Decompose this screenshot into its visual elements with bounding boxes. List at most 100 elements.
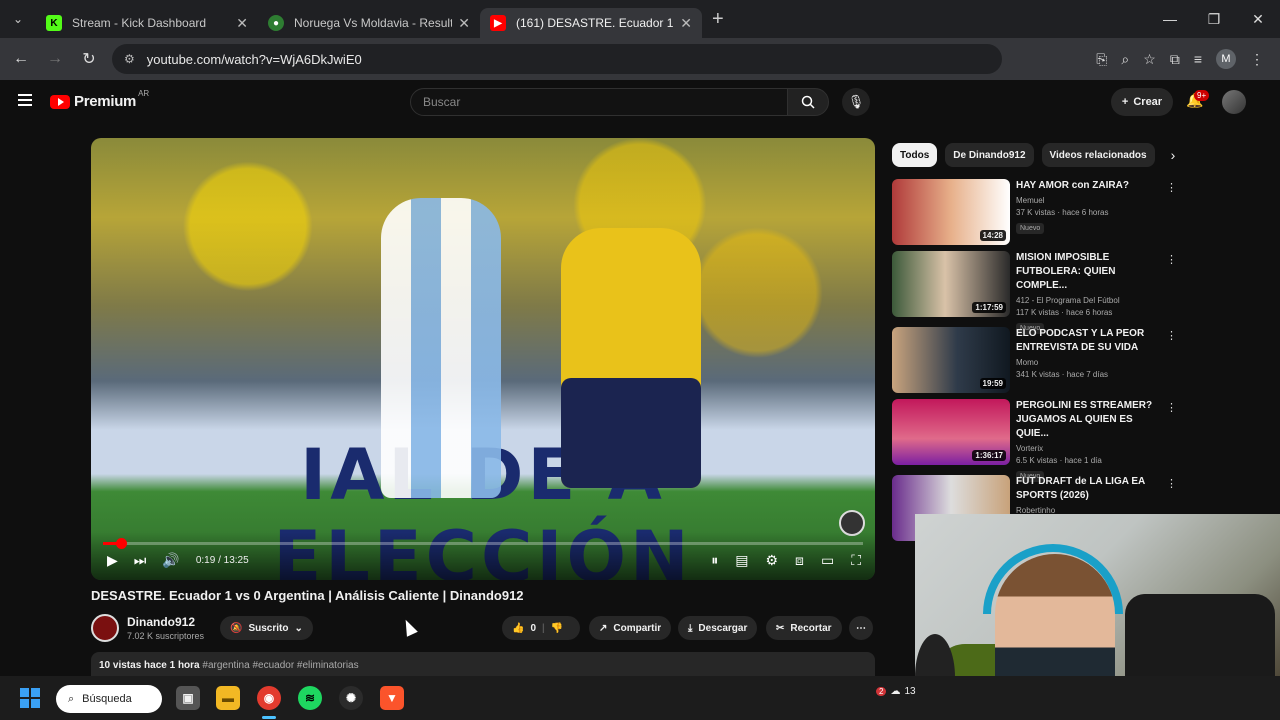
taskbar-weather[interactable]: 2 ☁ 13 xyxy=(876,686,916,697)
address-bar[interactable]: ⚙ youtube.com/watch?v=WjA6DkJwiE0 xyxy=(112,44,1002,74)
video-frame-player-argentina xyxy=(381,198,501,498)
kebab-menu-icon[interactable]: ⋮ xyxy=(1166,329,1177,342)
site-settings-icon[interactable]: ⚙ xyxy=(124,52,135,66)
hashtags[interactable]: #argentina #ecuador #eliminatorias xyxy=(202,660,358,671)
share-button[interactable]: ↗ Compartir xyxy=(589,616,672,640)
settings-gear-icon[interactable]: ⚙ xyxy=(765,552,778,569)
related-video-meta: 37 K vistas · hace 6 horas xyxy=(1016,208,1109,217)
profile-avatar[interactable]: M xyxy=(1216,49,1236,69)
video-title: DESASTRE. Ecuador 1 vs 0 Argentina | Aná… xyxy=(91,588,524,603)
kebab-menu-icon[interactable]: ⋮ xyxy=(1166,401,1177,414)
minimize-icon[interactable]: — xyxy=(1148,0,1192,38)
related-video-meta: 341 K vistas · hace 7 días xyxy=(1016,370,1109,379)
zoom-icon[interactable]: ⌕ xyxy=(1121,51,1129,68)
tab-youtube-video[interactable]: ▶ (161) DESASTRE. Ecuador 1 vs 0 ✕ xyxy=(480,8,702,38)
video-thumbnail[interactable]: 19:59 xyxy=(892,327,1010,393)
toolbar-actions: ⎘ ⌕ ☆ ⧉ ≡ M ⋮ xyxy=(1096,38,1264,80)
like-thumb-icon[interactable]: 👍 xyxy=(512,623,524,634)
voice-search-mic-icon[interactable]: 🎙 xyxy=(842,88,870,116)
subtitles-icon[interactable]: ▤ xyxy=(735,552,748,569)
task-view-icon[interactable]: ▣ xyxy=(176,686,200,710)
subscribed-button[interactable]: 🔕 Suscrito ⌄ xyxy=(220,616,313,640)
duration-badge: 1:36:17 xyxy=(972,450,1006,461)
tab-kick-dashboard[interactable]: K Stream - Kick Dashboard ✕ xyxy=(36,8,258,38)
search-button[interactable] xyxy=(787,88,829,116)
related-video-meta: 117 K vistas · hace 6 horas xyxy=(1016,308,1113,317)
windows-start-icon[interactable] xyxy=(20,688,40,708)
theater-mode-icon[interactable]: ▭ xyxy=(821,552,834,569)
close-icon[interactable]: ✕ xyxy=(236,15,248,32)
miniplayer-icon[interactable]: ⧈ xyxy=(795,552,804,569)
back-arrow-icon[interactable]: ← xyxy=(4,50,38,68)
chip-de-dinando912[interactable]: De Dinando912 xyxy=(945,143,1034,167)
divider: | xyxy=(542,622,545,634)
chatgpt-icon[interactable]: ✺ xyxy=(339,686,363,710)
close-icon[interactable]: ✕ xyxy=(680,15,692,32)
description-box[interactable]: 10 vistas hace 1 hora #argentina #ecuado… xyxy=(91,652,875,676)
forward-arrow-icon[interactable]: → xyxy=(38,50,72,68)
channel-name[interactable]: Dinando912 xyxy=(127,615,195,629)
search-input[interactable]: Buscar xyxy=(410,88,788,116)
windows-taskbar: ⌕ Búsqueda ▣ ▬ ◉ ≋ ✺ ▼ 2 ☁ 13 xyxy=(0,676,1280,720)
download-icon: ⤓ xyxy=(688,622,693,634)
kebab-menu-icon[interactable]: ⋮ xyxy=(1166,181,1177,194)
chevron-right-icon[interactable]: › xyxy=(1171,147,1176,163)
spotify-icon[interactable]: ≋ xyxy=(298,686,322,710)
clip-button[interactable]: ✂ Recortar xyxy=(766,616,842,640)
related-video-item[interactable]: 1:36:17 PERGOLINI ES STREAMER? JUGAMOS A… xyxy=(892,399,1182,482)
related-video-title: MISION IMPOSIBLE FUTBOLERA: QUIEN COMPLE… xyxy=(1016,252,1116,291)
guide-menu-icon[interactable] xyxy=(18,94,32,106)
new-tab-plus-icon[interactable]: + xyxy=(712,8,724,31)
video-thumbnail[interactable]: 1:17:59 xyxy=(892,251,1010,317)
volume-icon[interactable]: 🔊 xyxy=(162,552,179,569)
related-video-item[interactable]: 19:59 ELO PODCAST Y LA PEOR ENTREVISTA D… xyxy=(892,327,1182,395)
tab-search-chevron-icon[interactable]: ⌄ xyxy=(0,0,36,38)
create-button[interactable]: + Crear xyxy=(1111,88,1173,116)
close-icon[interactable]: ✕ xyxy=(458,15,470,32)
youtube-premium-logo[interactable]: Premium AR xyxy=(50,89,149,110)
related-video-title: ELO PODCAST Y LA PEOR ENTREVISTA DE SU V… xyxy=(1016,328,1145,353)
duration-badge: 14:28 xyxy=(979,230,1006,241)
bookmark-star-icon[interactable]: ☆ xyxy=(1143,51,1156,68)
kick-icon: K xyxy=(46,15,62,31)
brave-icon[interactable]: ▼ xyxy=(380,686,404,710)
scrubber-knob[interactable] xyxy=(116,538,128,549)
related-channel-name: Vorterix xyxy=(1016,444,1044,453)
progress-bar[interactable] xyxy=(103,538,863,549)
reload-icon[interactable]: ↻ xyxy=(72,49,106,69)
browser-menu-icon[interactable]: ⋮ xyxy=(1250,51,1264,68)
share-arrow-icon: ↗ xyxy=(599,622,608,634)
play-icon[interactable]: ▶ xyxy=(107,552,118,569)
related-video-item[interactable]: 1:17:59 MISION IMPOSIBLE FUTBOLERA: QUIE… xyxy=(892,251,1182,334)
video-thumbnail[interactable]: 1:36:17 xyxy=(892,399,1010,465)
chip-todos[interactable]: Todos xyxy=(892,143,938,167)
close-window-icon[interactable]: ✕ xyxy=(1236,0,1280,38)
kebab-menu-icon[interactable]: ⋮ xyxy=(1166,253,1177,266)
account-avatar[interactable] xyxy=(1222,90,1246,114)
channel-avatar[interactable] xyxy=(91,614,119,642)
youtube-icon: ▶ xyxy=(490,15,506,31)
download-label: Descargar xyxy=(698,622,748,634)
more-actions-icon[interactable]: ⋯ xyxy=(849,616,873,640)
fullscreen-icon[interactable]: ⛶ xyxy=(851,552,861,569)
taskbar-search[interactable]: ⌕ Búsqueda xyxy=(56,685,162,713)
chrome-icon[interactable]: ◉ xyxy=(257,686,281,710)
file-explorer-icon[interactable]: ▬ xyxy=(216,686,240,710)
scissors-icon: ✂ xyxy=(776,622,785,634)
media-queue-icon[interactable]: ≡ xyxy=(1194,51,1202,67)
kebab-menu-icon[interactable]: ⋮ xyxy=(1166,477,1177,490)
tab-noruega-moldavia[interactable]: ● Noruega Vs Moldavia - Resultado ✕ xyxy=(258,8,480,38)
autoplay-toggle-icon[interactable]: ⏸ xyxy=(711,552,718,569)
video-thumbnail[interactable]: 14:28 xyxy=(892,179,1010,245)
chip-videos-relacionados[interactable]: Videos relacionados xyxy=(1041,143,1155,167)
extensions-puzzle-icon[interactable]: ⧉ xyxy=(1170,51,1180,68)
video-player[interactable]: IAL DE A ELECCIÓN ▶ ⏭ 🔊 0:19 / 13:25 ⏸ ▤… xyxy=(91,138,875,580)
related-video-item[interactable]: 14:28 HAY AMOR con ZAIRA? Memuel 37 K vi… xyxy=(892,179,1182,247)
dislike-thumb-icon[interactable]: 👎 xyxy=(551,623,563,634)
download-button[interactable]: ⤓ Descargar xyxy=(678,616,758,640)
weather-cloud-icon: ☁ xyxy=(890,686,901,697)
maximize-icon[interactable]: ❐ xyxy=(1192,0,1236,38)
install-app-icon[interactable]: ⎘ xyxy=(1096,51,1107,68)
next-icon[interactable]: ⏭ xyxy=(134,552,147,569)
search-icon: ⌕ xyxy=(68,692,75,705)
